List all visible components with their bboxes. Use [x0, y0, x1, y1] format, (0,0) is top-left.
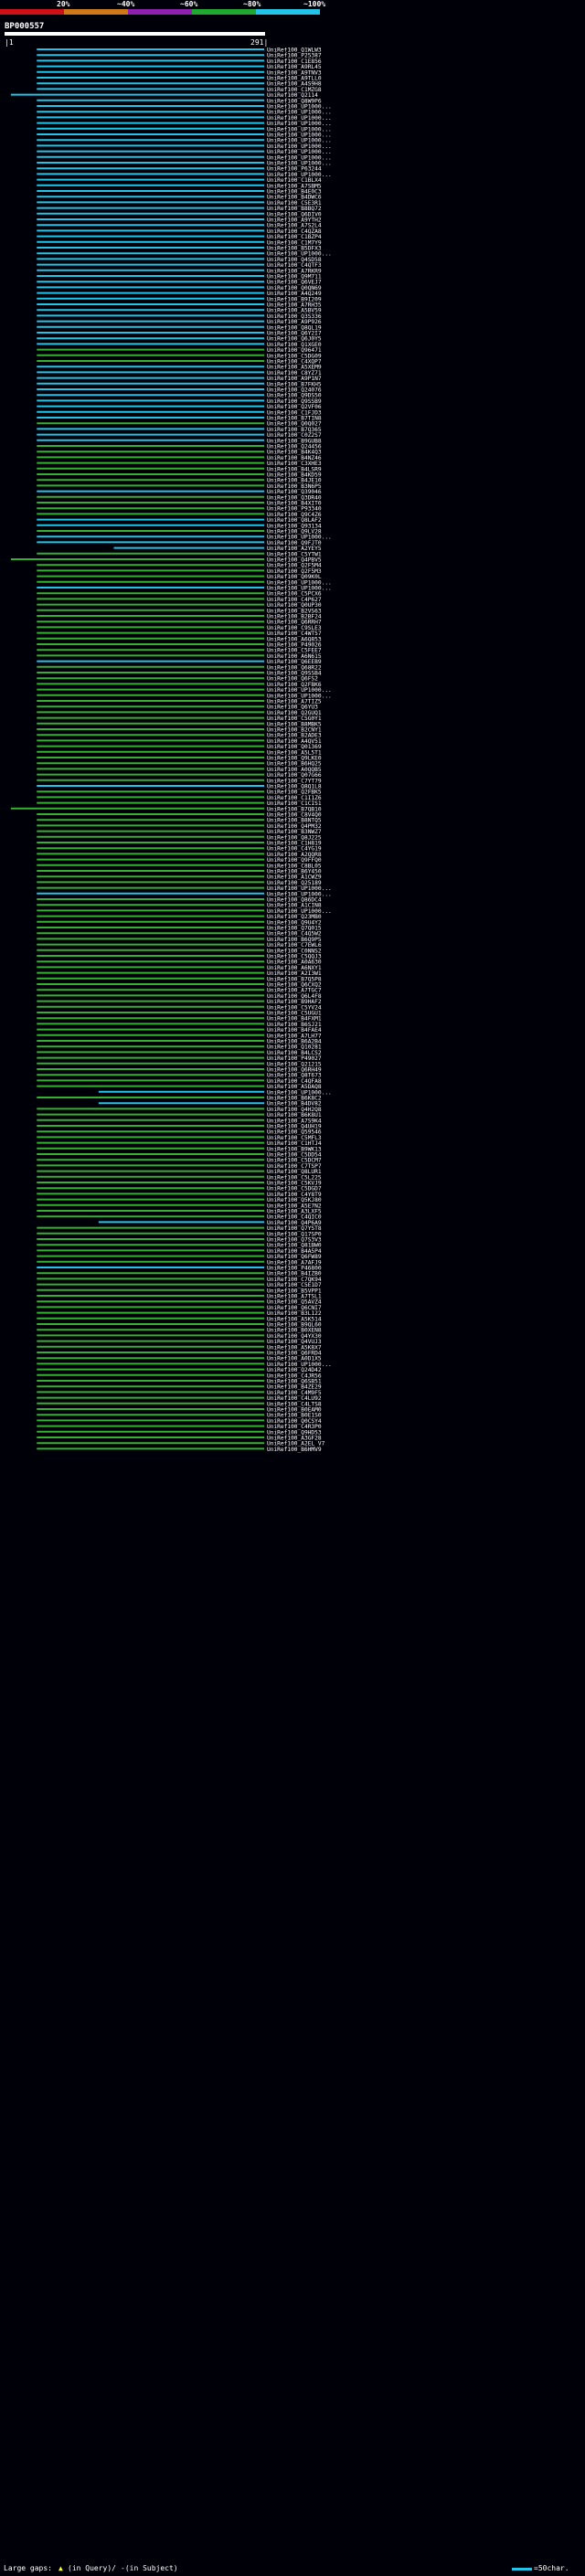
gaps-subject-label: -(in Subject)	[121, 2564, 178, 2572]
hit-label[interactable]: UniRef100_B6HMV9	[267, 1447, 322, 1453]
scale-label-40: ~40%	[117, 0, 135, 8]
scale-segment-20	[0, 9, 64, 15]
legend-text: =50char.	[534, 2564, 569, 2572]
scale-label-60: ~60%	[180, 0, 198, 8]
gaps-label: Large gaps:	[4, 2564, 52, 2572]
scale-segment-80	[192, 9, 256, 15]
footer: Large gaps: ▲ (in Query)/ -(in Subject) …	[0, 2560, 585, 2575]
scale-segment-60	[128, 9, 192, 15]
gaps-query-label: (in Query)/	[68, 2564, 116, 2572]
scale-label-80: ~80%	[243, 0, 261, 8]
scale-segment-40	[64, 9, 128, 15]
alignment-chart: UniRef100_Q1WLW3UniRef100_P25387UniRef10…	[10, 48, 332, 1453]
query-start-label: |1	[5, 38, 14, 47]
gaps-query-marker: ▲	[58, 2564, 63, 2572]
scale-label-100: ~100%	[303, 0, 326, 8]
query-line	[5, 32, 265, 36]
query-end-label: 291|	[250, 38, 269, 47]
percent-scale: 20% ~40% ~60% ~80% ~100%	[0, 0, 585, 9]
legend-line	[512, 2568, 532, 2571]
scale-segment-100	[256, 9, 320, 15]
query-name: BP000557	[5, 22, 45, 31]
scale-label-20: 20%	[57, 0, 70, 8]
